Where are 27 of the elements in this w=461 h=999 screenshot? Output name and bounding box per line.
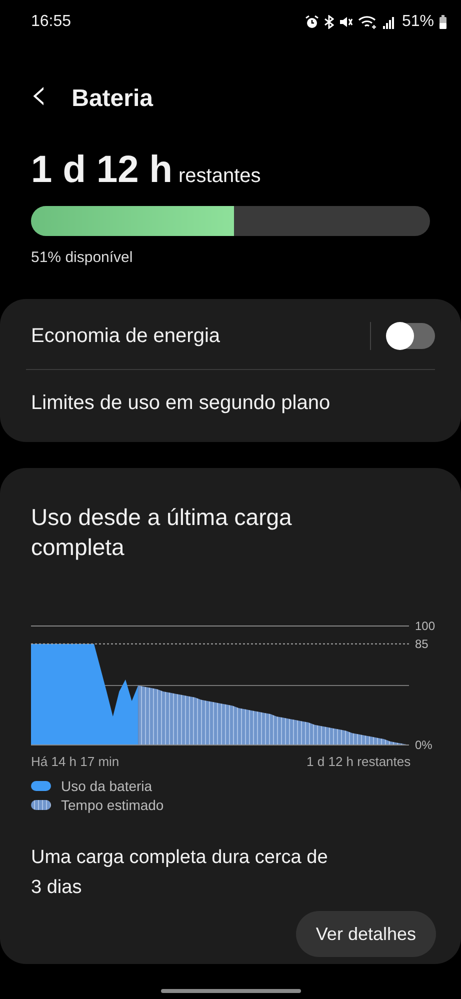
battery-icon — [439, 15, 447, 29]
toggle-switch[interactable] — [387, 323, 435, 349]
setting-label[interactable]: Economia de energia — [31, 324, 370, 348]
back-button[interactable]: ‹ — [24, 77, 54, 121]
summary-value: 3 dias — [31, 877, 83, 899]
legend-label: Uso da bateria — [61, 778, 152, 794]
signal-icon — [382, 16, 395, 28]
page-title: Bateria — [72, 85, 153, 113]
y-tick-label: 85 — [415, 636, 428, 651]
alarm-icon — [304, 15, 319, 29]
setting-link[interactable]: Limites de uso em segundo plano — [31, 392, 435, 414]
mute-icon — [338, 15, 353, 29]
status-time: 16:55 — [31, 13, 72, 31]
card-title: Uso desde a última carga completa — [31, 503, 293, 562]
remaining-label: restantes — [178, 165, 261, 188]
x-axis-label: 1 d 12 h restantes — [306, 754, 411, 769]
details-button[interactable]: Ver detalhes — [296, 911, 436, 957]
x-axis-label: Há 14 h 17 min — [31, 754, 120, 769]
summary-text: Uma carga completa dura cerca de — [31, 847, 329, 869]
available-text: 51% disponível — [31, 249, 134, 266]
y-tick-label: 100 — [415, 619, 436, 633]
battery-percent: 51% — [402, 13, 434, 31]
bluetooth-icon — [324, 15, 334, 29]
wifi-icon — [358, 15, 378, 29]
y-tick-label: 0% — [415, 738, 432, 752]
legend-label: Tempo estimado — [61, 797, 164, 813]
remaining-time: 1 d 12 h — [31, 149, 172, 192]
